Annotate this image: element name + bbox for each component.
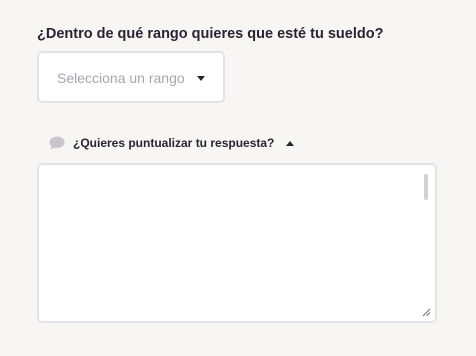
chevron-up-icon [286, 140, 295, 146]
salary-question-label: ¿Dentro de qué rango quieres que esté tu… [37, 26, 384, 42]
textarea-scrollbar[interactable] [424, 174, 428, 200]
comment-bubble-icon [49, 136, 65, 150]
resize-handle-icon[interactable] [421, 307, 431, 317]
select-placeholder: Selecciona un rango [57, 70, 185, 86]
details-textarea[interactable] [37, 163, 437, 323]
details-toggle[interactable]: ¿Quieres puntualizar tu respuesta? [48, 134, 295, 152]
chevron-down-icon [197, 76, 205, 81]
salary-range-select[interactable]: Selecciona un rango [37, 51, 225, 103]
salary-range-form: ¿Dentro de qué rango quieres que esté tu… [0, 0, 476, 356]
details-toggle-label: ¿Quieres puntualizar tu respuesta? [73, 136, 275, 150]
